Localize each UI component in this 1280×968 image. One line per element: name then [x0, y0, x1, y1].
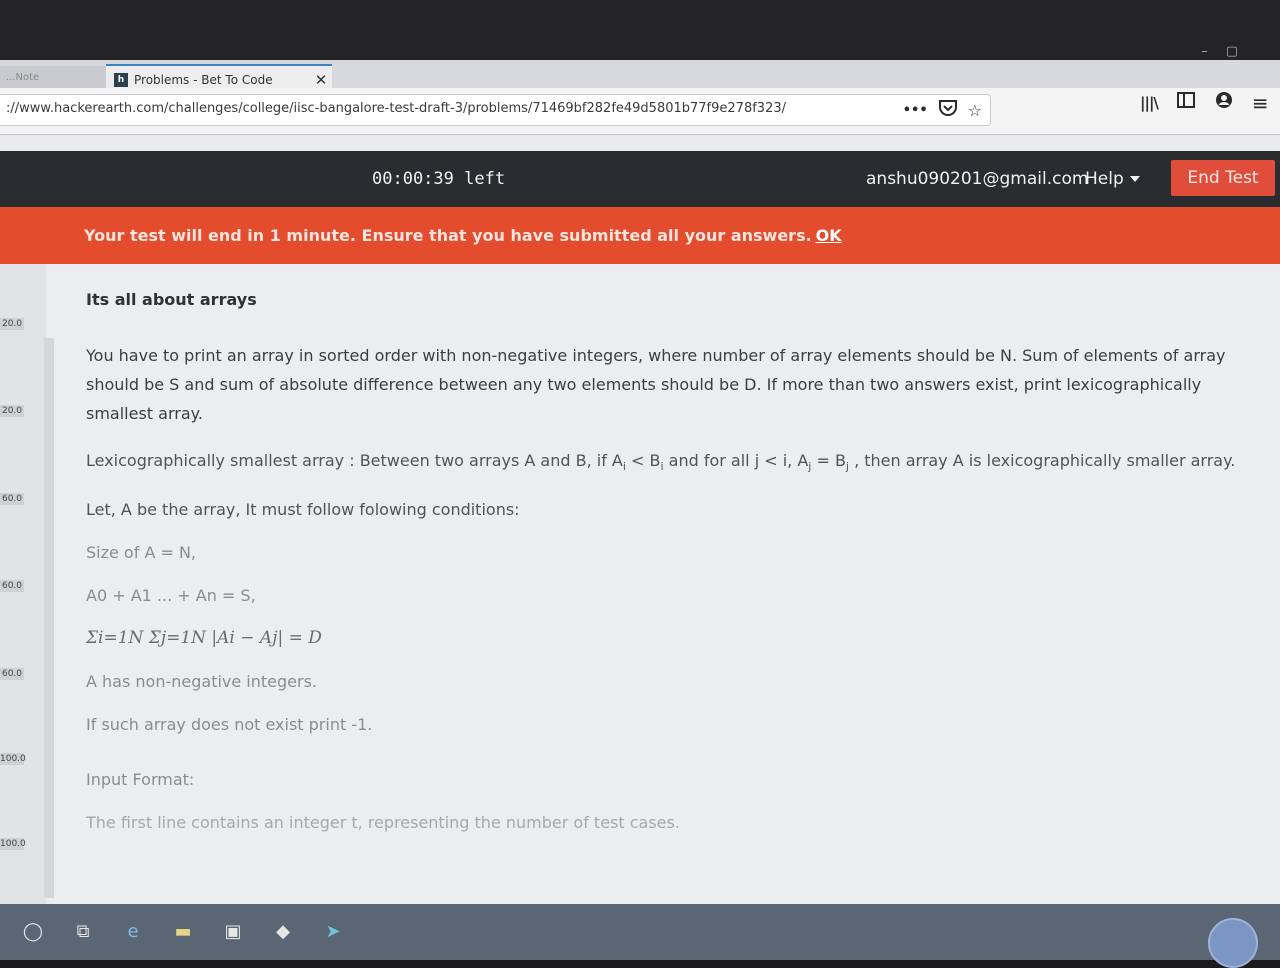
- test-header: 00:00:39 left anshu090201@gmail.com Help…: [0, 151, 1280, 207]
- input-format-label: Input Format:: [86, 770, 195, 790]
- lexi-suffix: , then array A is lexicographically smal…: [848, 451, 1236, 470]
- page-actions-menu-icon[interactable]: •••: [903, 101, 928, 121]
- toolbar-right: |||\ ≡: [1140, 90, 1269, 115]
- question-score[interactable]: 100.0: [0, 753, 26, 765]
- url-text[interactable]: ://www.hackerearth.com/challenges/colleg…: [6, 101, 786, 116]
- edge-icon[interactable]: e: [116, 917, 150, 947]
- tab-title: Problems - Bet To Code: [134, 73, 273, 87]
- hackerearth-favicon-icon: h: [114, 73, 128, 87]
- help-menu[interactable]: Help: [1085, 169, 1140, 189]
- selected-question-indicator: [44, 338, 54, 898]
- problem-content: Its all about arrays You have to print a…: [86, 290, 1236, 851]
- question-score[interactable]: 100.0: [0, 838, 26, 850]
- file-explorer-icon[interactable]: ▬: [166, 917, 200, 947]
- app-icon[interactable]: ➤: [316, 917, 350, 947]
- store-icon[interactable]: ▣: [216, 917, 250, 947]
- sidebar-icon[interactable]: [1176, 91, 1196, 114]
- address-bar[interactable]: ://www.hackerearth.com/challenges/colleg…: [0, 94, 991, 126]
- user-email: anshu090201@gmail.com: [866, 169, 1089, 189]
- account-icon[interactable]: [1214, 90, 1234, 115]
- lexi-mid1: < B: [625, 451, 661, 470]
- lexi-prefix: Lexicographically smallest array : Betwe…: [86, 451, 623, 470]
- bookmark-star-icon[interactable]: ☆: [968, 101, 982, 121]
- question-score[interactable]: 20.0: [0, 405, 24, 417]
- condition-no-solution: If such array does not exist print -1.: [86, 715, 373, 735]
- problem-statement: You have to print an array in sorted ord…: [86, 346, 1226, 423]
- windows-taskbar: ◯ ⧉ e ▬ ▣ ◆ ➤: [0, 904, 1280, 960]
- close-tab-icon[interactable]: ✕: [310, 71, 332, 89]
- question-score[interactable]: 60.0: [0, 580, 24, 592]
- timer: 00:00:39 left: [372, 169, 506, 189]
- condition-sum: A0 + A1 ... + An = S,: [86, 586, 256, 606]
- help-label: Help: [1085, 169, 1124, 189]
- window-controls[interactable]: –▢: [1201, 44, 1256, 59]
- screen-bezel: [0, 0, 1280, 60]
- condition-non-negative: A has non-negative integers.: [86, 672, 318, 692]
- previous-tab[interactable]: ...Note: [0, 66, 106, 90]
- question-score[interactable]: 60.0: [0, 668, 24, 680]
- page-action-icons: ••• ☆: [903, 99, 982, 122]
- cortana-icon[interactable]: ◯: [16, 917, 50, 947]
- task-view-icon[interactable]: ⧉: [66, 917, 100, 947]
- warning-ok-link[interactable]: OK: [816, 226, 842, 245]
- problem-title: Its all about arrays: [86, 290, 257, 309]
- lexicographic-definition: Lexicographically smallest array : Betwe…: [86, 446, 1236, 481]
- warning-message-text: Your test will end in 1 minute. Ensure t…: [84, 226, 812, 245]
- pocket-icon[interactable]: [938, 99, 958, 122]
- hamburger-menu-icon[interactable]: ≡: [1252, 93, 1269, 113]
- conditions-intro: Let, A be the array, It must follow folo…: [86, 500, 520, 520]
- warning-banner: Your test will end in 1 minute. Ensure t…: [0, 207, 1280, 264]
- lexi-mid2: and for all j < i, A: [663, 451, 809, 470]
- page-top-margin: [0, 135, 1280, 151]
- condition-absolute-difference: Σi=1N Σj=1N |Ai − Aj| = D: [86, 628, 322, 649]
- notification-icon[interactable]: [1208, 918, 1258, 968]
- lexi-mid3: = B: [811, 451, 846, 470]
- condition-size: Size of A = N,: [86, 543, 197, 563]
- input-format-line: The first line contains an integer t, re…: [86, 813, 680, 833]
- dropbox-icon[interactable]: ◆: [266, 917, 300, 947]
- caret-down-icon: [1129, 176, 1140, 182]
- end-test-button[interactable]: End Test: [1171, 160, 1275, 196]
- warning-message: Your test will end in 1 minute. Ensure t…: [84, 226, 842, 245]
- question-score[interactable]: 20.0: [0, 318, 24, 330]
- library-icon[interactable]: |||\: [1140, 93, 1159, 113]
- question-score[interactable]: 60.0: [0, 493, 24, 505]
